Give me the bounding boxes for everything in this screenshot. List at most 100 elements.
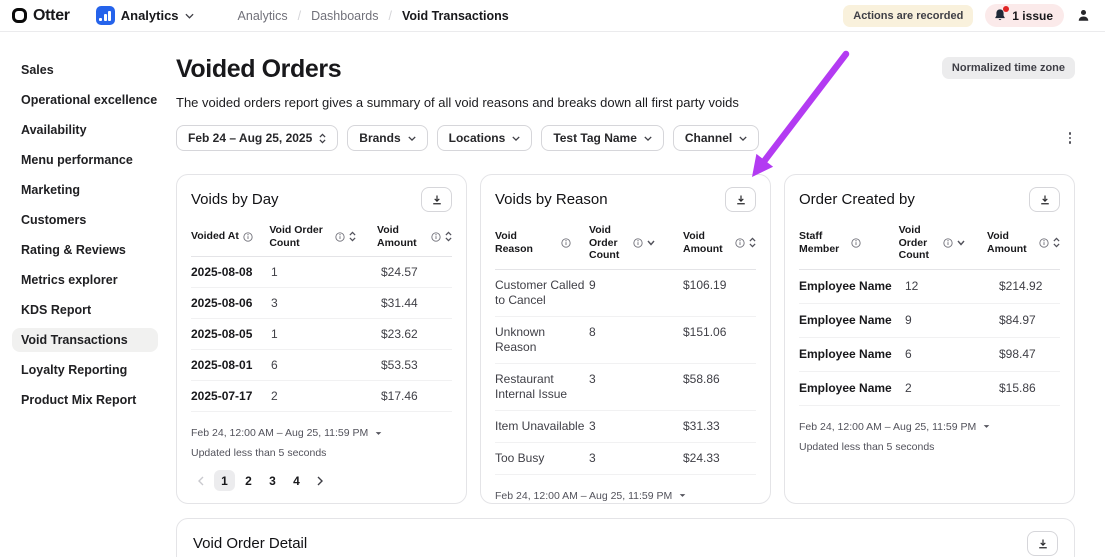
test-tag-filter[interactable]: Test Tag Name — [541, 125, 664, 151]
breadcrumb-separator: / — [298, 9, 301, 23]
void-amount-value: $31.33 — [683, 419, 756, 433]
card-title: Order Created by — [799, 191, 915, 208]
chevron-down-icon — [408, 136, 416, 141]
breadcrumb-analytics[interactable]: Analytics — [238, 9, 288, 23]
sidebar-item-metrics-explorer[interactable]: Metrics explorer — [12, 268, 158, 292]
page-3-button[interactable]: 3 — [262, 470, 283, 491]
table-row: Employee Name 9 $84.97 — [799, 304, 1060, 338]
date-range-filter[interactable]: Feb 24 – Aug 25, 2025 — [176, 125, 338, 151]
card-date-range[interactable]: Feb 24, 12:00 AM – Aug 25, 11:59 PM — [495, 490, 756, 502]
channel-filter[interactable]: Channel — [673, 125, 759, 151]
staff-member-value: Employee Name — [799, 279, 905, 293]
chevron-down-icon — [739, 136, 747, 141]
sidebar-item-product-mix-report[interactable]: Product Mix Report — [12, 388, 158, 412]
info-icon[interactable] — [1039, 238, 1049, 248]
info-icon[interactable] — [633, 238, 643, 248]
brands-label: Brands — [359, 131, 400, 145]
void-order-count-value: 6 — [271, 358, 381, 372]
profile-button[interactable] — [1076, 8, 1091, 23]
void-amount-value: $151.06 — [683, 325, 756, 339]
chevron-down-icon — [185, 13, 194, 19]
info-icon[interactable] — [243, 232, 253, 242]
updated-status: Updated less than 5 seconds — [799, 441, 1060, 453]
page-1-button[interactable]: 1 — [214, 470, 235, 491]
column-header-void-order-count: Void Order Count — [899, 224, 939, 262]
void-order-count-value: 9 — [589, 278, 683, 292]
void-reason-value: Item Unavailable — [495, 419, 584, 433]
voided-at-value: 2025-08-06 — [191, 296, 271, 310]
voids-by-reason-card: Voids by Reason Void Reason Void Order C… — [480, 174, 771, 504]
person-icon — [1076, 8, 1091, 23]
column-header-void-amount: Void Amount — [377, 224, 427, 249]
sidebar-item-operational-excellence[interactable]: Operational excellence — [12, 88, 158, 112]
void-amount-value: $53.53 — [381, 358, 452, 372]
info-icon[interactable] — [431, 232, 441, 242]
void-amount-value: $106.19 — [683, 278, 756, 292]
download-button[interactable] — [1027, 531, 1058, 556]
sort-desc-icon[interactable] — [957, 240, 965, 246]
download-button[interactable] — [725, 187, 756, 212]
download-button[interactable] — [421, 187, 452, 212]
sidebar-item-kds-report[interactable]: KDS Report — [12, 298, 158, 322]
sort-icon[interactable] — [445, 231, 452, 242]
locations-filter[interactable]: Locations — [437, 125, 533, 151]
sort-icon[interactable] — [749, 237, 756, 248]
info-icon[interactable] — [335, 232, 345, 242]
staff-member-value: Employee Name — [799, 313, 905, 327]
locations-label: Locations — [449, 131, 506, 145]
sort-desc-icon[interactable] — [647, 240, 655, 246]
void-order-count-value: 8 — [589, 325, 683, 339]
caret-down-icon — [375, 431, 382, 436]
download-button[interactable] — [1029, 187, 1060, 212]
void-amount-value: $23.62 — [381, 327, 452, 341]
card-date-range-label: Feb 24, 12:00 AM – Aug 25, 11:59 PM — [191, 427, 368, 439]
next-page-icon[interactable] — [310, 471, 330, 491]
sidebar-item-availability[interactable]: Availability — [12, 118, 158, 142]
void-order-count-value: 3 — [589, 419, 683, 433]
sort-icon[interactable] — [349, 231, 356, 242]
column-header-void-amount: Void Amount — [987, 230, 1035, 255]
info-icon[interactable] — [561, 238, 571, 248]
card-date-range[interactable]: Feb 24, 12:00 AM – Aug 25, 11:59 PM — [799, 421, 1060, 433]
info-icon[interactable] — [851, 238, 861, 248]
sidebar-item-sales[interactable]: Sales — [12, 58, 158, 82]
page-4-button[interactable]: 4 — [286, 470, 307, 491]
table-row: 2025-08-08 1 $24.57 — [191, 257, 452, 288]
prev-page-icon[interactable] — [191, 471, 211, 491]
sidebar-item-loyalty-reporting[interactable]: Loyalty Reporting — [12, 358, 158, 382]
sidebar-item-rating-reviews[interactable]: Rating & Reviews — [12, 238, 158, 262]
filter-bar: Feb 24 – Aug 25, 2025 Brands Locations T… — [176, 125, 1075, 151]
card-title: Voids by Day — [191, 191, 279, 208]
breadcrumb: Analytics / Dashboards / Void Transactio… — [238, 9, 509, 23]
void-order-count-value: 2 — [905, 381, 999, 395]
otter-logo[interactable]: Otter — [12, 7, 70, 25]
column-header-void-amount: Void Amount — [683, 230, 731, 255]
timezone-badge: Normalized time zone — [942, 57, 1075, 79]
more-options-icon[interactable] — [1065, 128, 1076, 148]
table-row: Customer Called to Cancel 9 $106.19 — [495, 270, 756, 317]
main-content: Voided Orders Normalized time zone The v… — [168, 32, 1105, 557]
sort-icon[interactable] — [1053, 237, 1060, 248]
sidebar-item-customers[interactable]: Customers — [12, 208, 158, 232]
date-range-label: Feb 24 – Aug 25, 2025 — [188, 131, 312, 145]
staff-member-value: Employee Name — [799, 347, 905, 361]
card-date-range[interactable]: Feb 24, 12:00 AM – Aug 25, 11:59 PM — [191, 427, 452, 439]
void-amount-value: $84.97 — [999, 313, 1060, 327]
issues-button[interactable]: 1 issue — [985, 4, 1064, 27]
info-icon[interactable] — [943, 238, 953, 248]
void-order-count-value: 1 — [271, 265, 381, 279]
info-icon[interactable] — [735, 238, 745, 248]
updated-status: Updated less than 5 seconds — [191, 447, 452, 459]
breadcrumb-dashboards[interactable]: Dashboards — [311, 9, 378, 23]
app-switcher[interactable]: Analytics — [96, 6, 194, 25]
caret-down-icon — [679, 493, 686, 498]
page-2-button[interactable]: 2 — [238, 470, 259, 491]
sidebar-item-void-transactions[interactable]: Void Transactions — [12, 328, 158, 352]
brands-filter[interactable]: Brands — [347, 125, 427, 151]
table-row: Employee Name 2 $15.86 — [799, 372, 1060, 406]
sidebar-item-marketing[interactable]: Marketing — [12, 178, 158, 202]
notification-dot-icon — [1003, 6, 1009, 12]
sidebar-item-menu-performance[interactable]: Menu performance — [12, 148, 158, 172]
void-amount-value: $24.57 — [381, 265, 452, 279]
card-date-range-label: Feb 24, 12:00 AM – Aug 25, 11:59 PM — [799, 421, 976, 433]
